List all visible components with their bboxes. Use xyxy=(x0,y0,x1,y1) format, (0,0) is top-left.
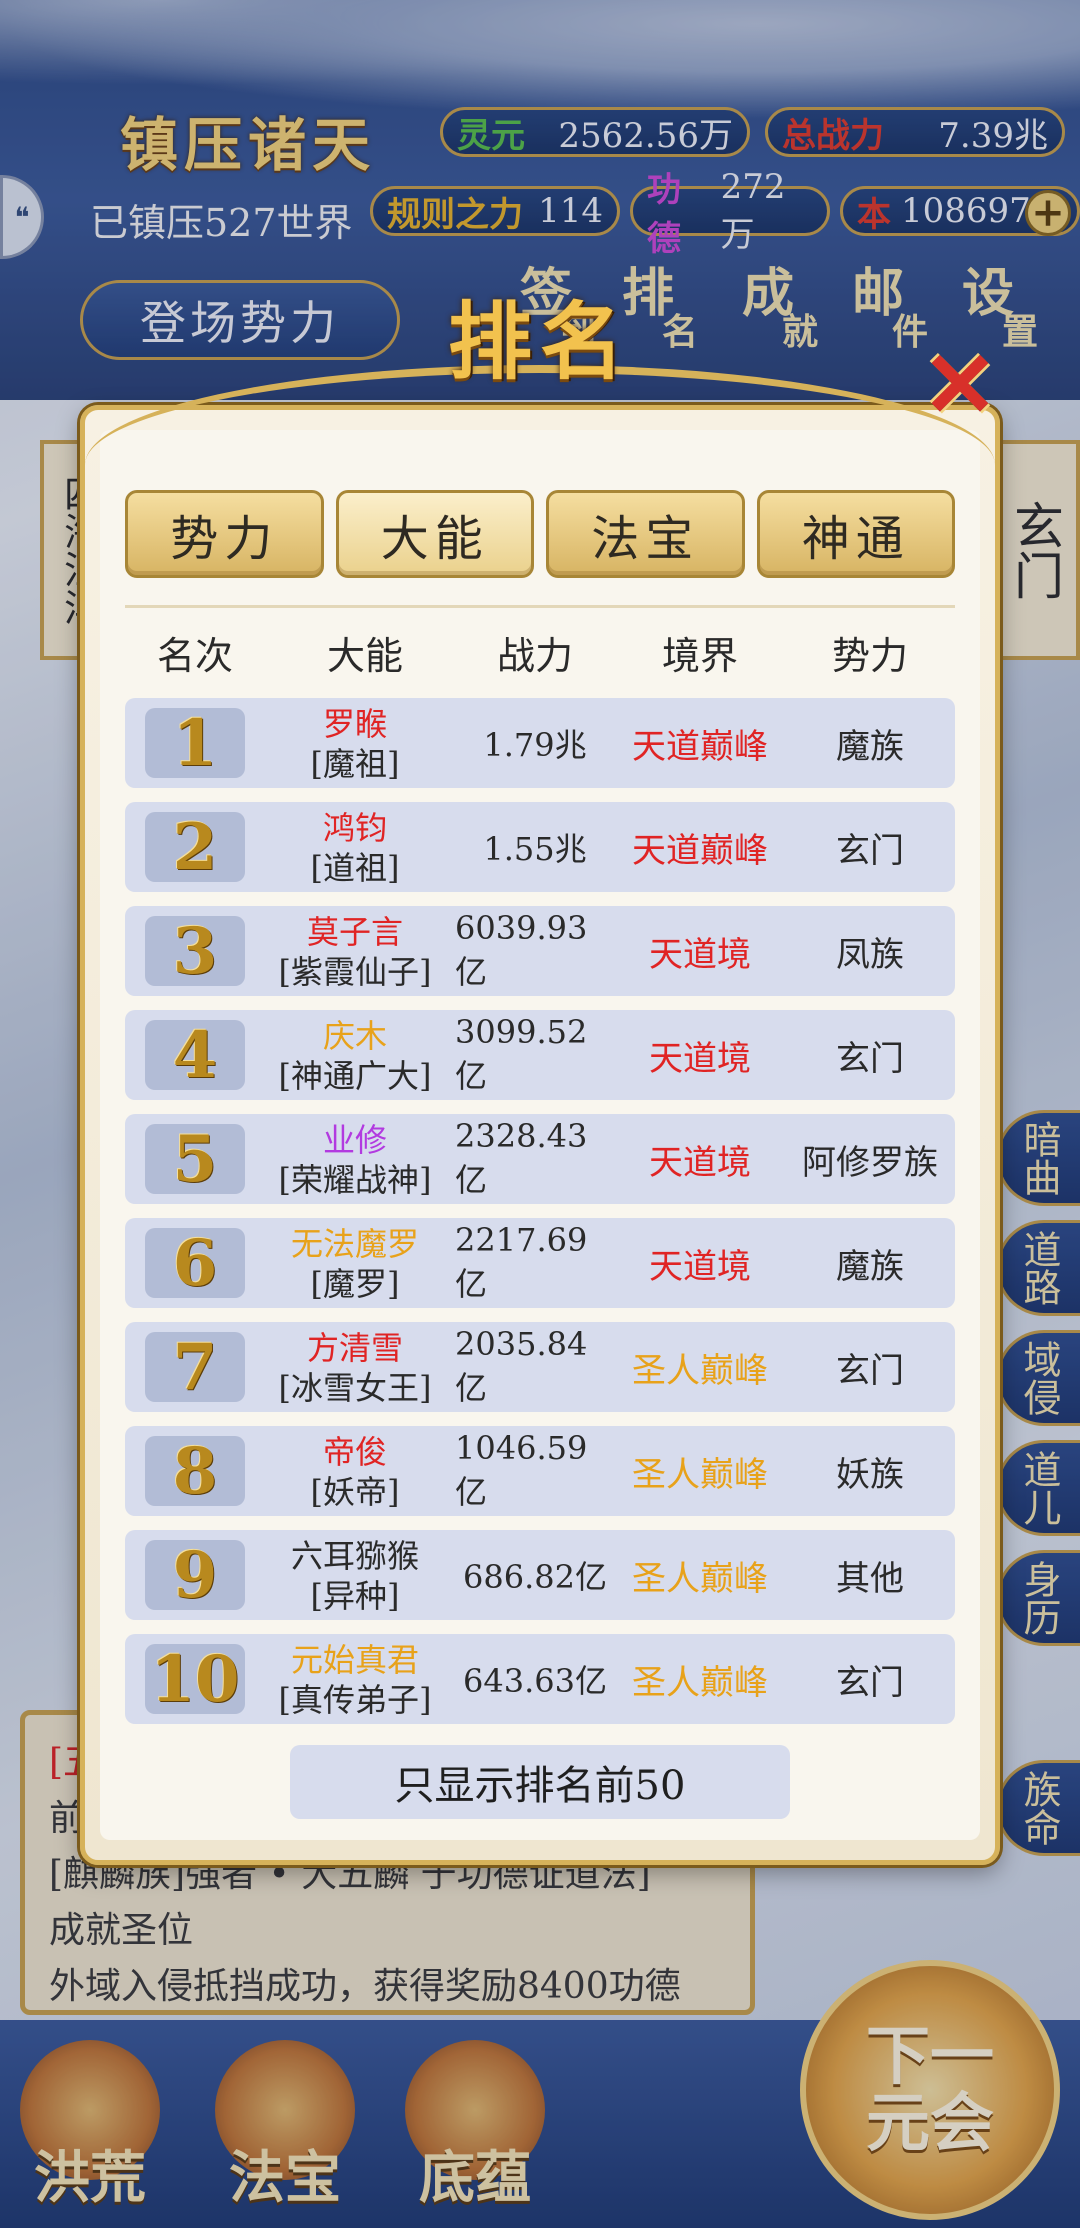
character-title: [道祖] xyxy=(310,849,400,887)
character-name: 帝俊 xyxy=(322,1433,387,1471)
power-cell: 1.55兆 xyxy=(483,830,587,868)
faction-cell: 其他 xyxy=(836,1558,904,1599)
faction-cell: 魔族 xyxy=(836,726,904,767)
faction-cell: 凤族 xyxy=(836,934,904,975)
character-title: [妖帝] xyxy=(310,1473,400,1511)
ranking-list: 1 罗睺 [魔祖] 1.79兆 天道巅峰 魔族 2 鸿钧 [道祖] 1.55兆 天道巅峰 玄门 3 莫子言… xyxy=(125,698,955,1738)
character-name: 元始真君 xyxy=(290,1641,419,1679)
faction-cell: 阿修罗族 xyxy=(802,1142,938,1183)
table-row[interactable]: 1 罗睺 [魔祖] 1.79兆 天道巅峰 魔族 xyxy=(125,698,955,788)
character-title: [荣耀战神] xyxy=(278,1161,432,1199)
name-cell: 无法魔罗 [魔罗] xyxy=(255,1224,455,1304)
rank-badge: 8 xyxy=(145,1434,245,1509)
power-cell: 3099.52亿 xyxy=(455,1013,588,1095)
table-row[interactable]: 2 鸿钧 [道祖] 1.55兆 天道巅峰 玄门 xyxy=(125,802,955,892)
character-title: [真传弟子] xyxy=(278,1681,432,1719)
character-title: [魔祖] xyxy=(310,745,400,783)
table-row[interactable]: 7 方清雪 [冰雪女王] 2035.84亿 圣人巅峰 玄门 xyxy=(125,1322,955,1412)
rank-badge: 5 xyxy=(145,1122,245,1197)
power-cell: 1046.59亿 xyxy=(455,1429,588,1511)
ranking-tabs: 势力 大能 法宝 神通 xyxy=(125,490,955,580)
column-header-name: 大能 xyxy=(326,634,403,678)
name-cell: 帝俊 [妖帝] xyxy=(255,1432,455,1512)
column-header-faction: 势力 xyxy=(831,634,908,678)
column-header-realm: 境界 xyxy=(661,634,738,678)
character-name: 庆木 xyxy=(322,1017,387,1055)
name-cell: 方清雪 [冰雪女王] xyxy=(255,1328,455,1408)
rank-badge: 6 xyxy=(145,1226,245,1301)
power-cell: 6039.93亿 xyxy=(455,909,588,991)
name-cell: 六耳猕猴 [异种] xyxy=(255,1536,455,1616)
power-cell: 2035.84亿 xyxy=(455,1325,588,1407)
table-row[interactable]: 9 六耳猕猴 [异种] 686.82亿 圣人巅峰 其他 xyxy=(125,1530,955,1620)
character-name: 罗睺 xyxy=(322,705,387,743)
table-row[interactable]: 10 元始真君 [真传弟子] 643.63亿 圣人巅峰 玄门 xyxy=(125,1634,955,1724)
faction-cell: 玄门 xyxy=(836,1038,904,1079)
character-name: 业修 xyxy=(322,1121,387,1159)
power-cell: 686.82亿 xyxy=(463,1558,607,1596)
tab-great-power[interactable]: 大能 xyxy=(335,490,534,578)
tab-faction[interactable]: 势力 xyxy=(125,490,324,578)
character-name: 莫子言 xyxy=(306,913,403,951)
rank-badge: 7 xyxy=(145,1330,245,1405)
rank-badge: 3 xyxy=(145,914,245,989)
character-title: [冰雪女王] xyxy=(278,1369,432,1407)
name-cell: 鸿钧 [道祖] xyxy=(255,808,455,888)
realm-cell: 天道巅峰 xyxy=(632,830,768,871)
character-title: [异种] xyxy=(310,1577,400,1615)
character-title: [神通广大] xyxy=(278,1057,432,1095)
realm-cell: 圣人巅峰 xyxy=(632,1662,768,1703)
power-cell: 2328.43亿 xyxy=(455,1117,588,1199)
rank-badge: 1 xyxy=(145,706,245,781)
realm-cell: 圣人巅峰 xyxy=(632,1558,768,1599)
rank-badge: 10 xyxy=(145,1642,245,1717)
modal-title: 排名 xyxy=(447,292,632,391)
name-cell: 庆木 [神通广大] xyxy=(255,1016,455,1096)
realm-cell: 天道境 xyxy=(649,1246,751,1287)
character-title: [魔罗] xyxy=(310,1265,400,1303)
faction-cell: 魔族 xyxy=(836,1246,904,1287)
character-title: [紫霞仙子] xyxy=(278,953,432,991)
top50-note: 只显示排名前50 xyxy=(290,1745,790,1819)
faction-cell: 玄门 xyxy=(836,1350,904,1391)
table-row[interactable]: 8 帝俊 [妖帝] 1046.59亿 圣人巅峰 妖族 xyxy=(125,1426,955,1516)
table-row[interactable]: 5 业修 [荣耀战神] 2328.43亿 天道境 阿修罗族 xyxy=(125,1114,955,1204)
realm-cell: 天道巅峰 xyxy=(632,726,768,767)
realm-cell: 圣人巅峰 xyxy=(632,1454,768,1495)
character-name: 六耳猕猴 xyxy=(290,1537,419,1575)
realm-cell: 天道境 xyxy=(649,1038,751,1079)
character-name: 方清雪 xyxy=(306,1329,403,1367)
column-header-rank: 名次 xyxy=(156,634,233,678)
name-cell: 罗睺 [魔祖] xyxy=(255,704,455,784)
realm-cell: 圣人巅峰 xyxy=(632,1350,768,1391)
rank-badge: 9 xyxy=(145,1538,245,1613)
divider xyxy=(125,605,955,608)
column-header-power: 战力 xyxy=(496,634,573,678)
character-name: 鸿钧 xyxy=(322,809,387,847)
table-row[interactable]: 4 庆木 [神通广大] 3099.52亿 天道境 玄门 xyxy=(125,1010,955,1100)
realm-cell: 天道境 xyxy=(649,1142,751,1183)
faction-cell: 玄门 xyxy=(836,1662,904,1703)
power-cell: 2217.69亿 xyxy=(455,1221,588,1303)
realm-cell: 天道境 xyxy=(649,934,751,975)
power-cell: 1.79兆 xyxy=(483,726,587,764)
rank-badge: 2 xyxy=(145,810,245,885)
power-cell: 643.63亿 xyxy=(463,1662,607,1700)
table-row[interactable]: 6 无法魔罗 [魔罗] 2217.69亿 天道境 魔族 xyxy=(125,1218,955,1308)
tab-divine-skill[interactable]: 神通 xyxy=(756,490,955,578)
faction-cell: 妖族 xyxy=(836,1454,904,1495)
name-cell: 莫子言 [紫霞仙子] xyxy=(255,912,455,992)
tab-treasure[interactable]: 法宝 xyxy=(546,490,745,578)
character-name: 无法魔罗 xyxy=(290,1225,419,1263)
faction-cell: 玄门 xyxy=(836,830,904,871)
close-icon[interactable]: ✕ xyxy=(920,340,1000,430)
name-cell: 业修 [荣耀战神] xyxy=(255,1120,455,1200)
rank-badge: 4 xyxy=(145,1018,245,1093)
table-row[interactable]: 3 莫子言 [紫霞仙子] 6039.93亿 天道境 凤族 xyxy=(125,906,955,996)
name-cell: 元始真君 [真传弟子] xyxy=(255,1640,455,1720)
